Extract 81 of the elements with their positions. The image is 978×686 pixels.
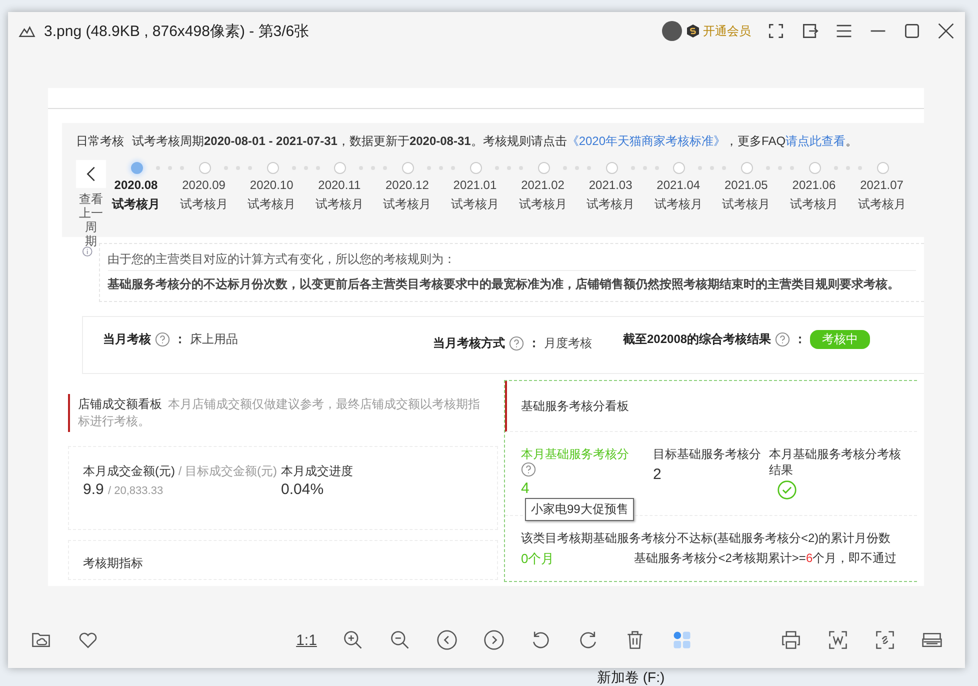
print-icon[interactable] — [780, 629, 802, 651]
month-tab[interactable]: 2020.12 试考核月 — [379, 176, 436, 214]
amount-label: 本月成交金额(元) / 目标成交金额(元) — [83, 463, 278, 479]
progress-value: 0.04% — [281, 481, 325, 498]
export-icon[interactable] — [801, 22, 819, 40]
month-tab[interactable]: 2020.10 试考核月 — [244, 176, 300, 214]
close-icon[interactable] — [937, 22, 955, 40]
notice-text: 由于您的主营类目对应的计算方式有变化，所以您的考核规则为： — [108, 248, 916, 271]
chevron-left-icon — [86, 165, 96, 183]
timeline-node[interactable] — [808, 162, 821, 174]
menu-icon[interactable] — [835, 22, 853, 40]
info-icon — [82, 246, 93, 257]
frame-w-icon[interactable] — [826, 629, 849, 651]
month-tab[interactable]: 2020.08 试考核月 — [108, 176, 164, 214]
status-badge: 考核中 — [810, 330, 870, 348]
timeline-node[interactable] — [876, 162, 889, 174]
colon: ： — [174, 330, 186, 348]
faq-link[interactable]: 请点此查看 — [786, 134, 846, 148]
count-value: 0个月 — [521, 550, 554, 568]
board-title: 基础服务考核分看板 — [521, 398, 629, 415]
fullscreen-icon[interactable] — [767, 22, 785, 40]
timeline-node[interactable] — [470, 162, 482, 174]
scan-icon[interactable] — [874, 629, 896, 651]
zoom-in-icon[interactable] — [342, 629, 364, 651]
timeline-node[interactable] — [741, 162, 754, 174]
summary-value: 月度考核 — [544, 334, 592, 352]
timeline-node[interactable] — [606, 162, 618, 174]
help-icon[interactable] — [509, 336, 524, 350]
window-title: 3.png (48.9KB , 876x498像素) - 第3/6张 — [44, 22, 310, 40]
maximize-icon[interactable] — [903, 22, 921, 40]
zoom-out-icon[interactable] — [388, 629, 411, 651]
score-value: 4 — [521, 480, 530, 497]
board-heading: 店铺成交额看板 本月店铺成交额仅做建议参考，最终店铺成交额以考核期指标进行考核。 — [68, 394, 498, 432]
month-tab[interactable]: 2021.03 试考核月 — [582, 176, 639, 214]
summary-label: 当月考核方式 — [433, 334, 505, 352]
help-icon[interactable] — [155, 332, 170, 346]
period-label: 考核期指标 — [83, 556, 143, 570]
month-tab[interactable]: 2021.02 试考核月 — [514, 176, 571, 214]
next-icon[interactable] — [482, 629, 505, 651]
amount-value: 9.9 / 20,833.33 — [83, 481, 164, 498]
avatar-circle[interactable] — [662, 21, 682, 41]
help-icon[interactable] — [521, 462, 536, 477]
summary-label: 当月考核 — [103, 330, 151, 348]
timeline-node[interactable] — [334, 162, 346, 174]
grid-icon[interactable] — [670, 629, 693, 651]
help-icon[interactable] — [775, 332, 790, 346]
colon: ： — [794, 330, 806, 348]
notice-rule: 基础服务考核分的不达标月份次数，以变更前后各主营类目考核要求中的最宽标准为准，店铺销售额仍然按照考核期结束时的主营类目规则要求考核。 — [108, 276, 901, 293]
month-tab[interactable]: 2021.05 试考核月 — [718, 176, 774, 214]
timeline-node[interactable] — [538, 162, 550, 174]
progress-label: 本月成交进度 — [281, 463, 353, 479]
cycle-text: 试考考核周期2020-08-01 - 2021-07-31，数据更新于2020-08-31。考核规则请点击《2020年天猫商家考核标准》，更多FAQ请点此查看。 — [132, 133, 858, 150]
drive-label[interactable]: 新加卷 (F:) — [597, 669, 665, 686]
month-tab[interactable]: 2020.11 试考核月 — [311, 176, 368, 214]
count-label: 该类目考核期基础服务考核分不达标(基础服务考核分<2)的累计月份数 — [521, 530, 892, 546]
actual-size-button[interactable]: 1:1 — [296, 632, 317, 648]
rule-text: 基础服务考核分<2考核期累计>=6个月，即不通过 — [634, 550, 897, 567]
timeline-node[interactable] — [266, 162, 279, 174]
timeline-node[interactable] — [131, 162, 143, 174]
tooltip: 小家电99大促预售 — [525, 498, 634, 521]
previous-button[interactable] — [76, 160, 106, 188]
timeline-node[interactable] — [673, 162, 686, 174]
standard-link[interactable]: 《2020年天猫商家考核标准》 — [566, 134, 726, 148]
colon: ： — [528, 334, 540, 352]
target-value: 2 — [653, 466, 662, 483]
timeline-node[interactable] — [402, 162, 414, 174]
previous-cycle-label[interactable]: 查看 上一周 期 — [76, 192, 106, 248]
month-tab[interactable]: 2021.01 试考核月 — [446, 176, 503, 214]
summary-value: 床上用品 — [190, 330, 238, 348]
score-label: 本月基础服务考核分 — [521, 446, 630, 462]
timeline-node[interactable] — [198, 162, 211, 174]
section-label: 日常考核 — [76, 133, 124, 150]
summary-label: 截至202008的综合考核结果 — [623, 330, 772, 348]
month-tab[interactable]: 2021.07 试考核月 — [854, 176, 910, 214]
month-tab[interactable]: 2020.09 试考核月 — [176, 176, 232, 214]
previous-icon[interactable] — [436, 629, 458, 651]
month-tab[interactable]: 2021.06 试考核月 — [786, 176, 842, 214]
coin-icon — [686, 24, 700, 38]
result-label: 本月基础服务考核分考核结果 — [769, 446, 902, 478]
target-label: 目标基础服务考核分 — [653, 446, 762, 462]
month-tab[interactable]: 2021.04 试考核月 — [650, 176, 706, 214]
